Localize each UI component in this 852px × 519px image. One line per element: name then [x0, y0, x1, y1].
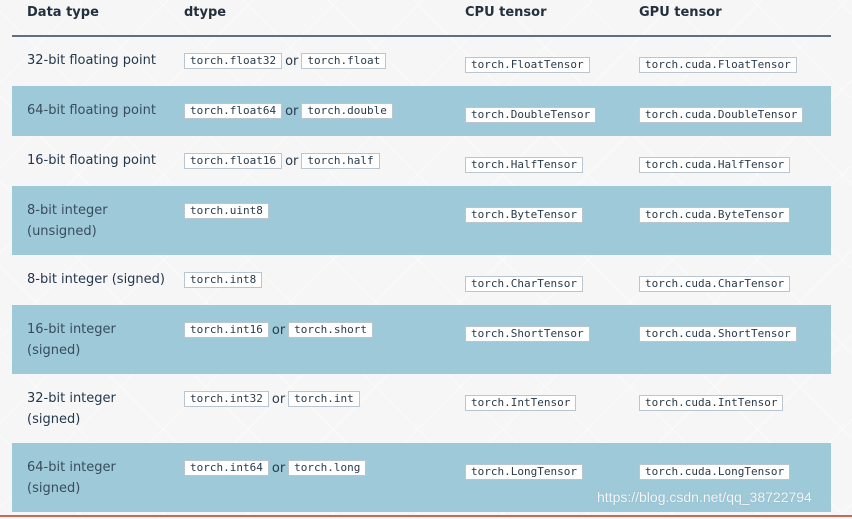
dtype-cell: torch.float32 or torch.float — [184, 53, 387, 69]
cpu-tensor-code: torch.IntTensor — [465, 395, 577, 411]
or-label: or — [271, 322, 286, 338]
data-type-cell: 32-bit floating point — [27, 50, 156, 71]
data-type-cell: 8-bit integer (unsigned) — [27, 200, 108, 242]
dtype-code: torch.float64 — [184, 103, 283, 119]
dtype-cell: torch.int32 or torch.int — [184, 391, 360, 407]
cpu-tensor-cell: torch.IntTensor — [465, 391, 577, 411]
gpu-tensor-cell: torch.cuda.LongTensor — [639, 460, 791, 480]
data-type-cell: 32-bit integer (signed) — [27, 388, 116, 430]
or-label: or — [285, 53, 299, 69]
cpu-tensor-code: torch.CharTensor — [465, 276, 583, 292]
data-type-line: (signed) — [27, 343, 81, 358]
or-label: or — [285, 103, 299, 119]
dtype-code: torch.long — [288, 460, 367, 476]
cpu-tensor-code: torch.DoubleTensor — [465, 107, 597, 123]
gpu-tensor-cell: torch.cuda.FloatTensor — [639, 53, 797, 73]
gpu-tensor-cell: torch.cuda.ShortTensor — [639, 322, 797, 342]
data-type-cell: 16-bit integer (signed) — [27, 319, 116, 361]
dtype-cell: torch.int16 or torch.short — [184, 322, 374, 338]
dtype-table: Data type dtype CPU tensor GPU tensor 32… — [12, 0, 831, 512]
cpu-tensor-code: torch.FloatTensor — [465, 57, 590, 73]
cpu-tensor-cell: torch.DoubleTensor — [465, 103, 597, 123]
dtype-code: torch.int32 — [184, 391, 269, 407]
dtype-code: torch.float32 — [184, 53, 283, 69]
cpu-tensor-cell: torch.FloatTensor — [465, 53, 590, 73]
dtype-cell: torch.uint8 — [184, 203, 269, 219]
data-type-cell: 16-bit floating point — [27, 150, 156, 171]
data-type-line: (unsigned) — [27, 224, 97, 239]
data-type-line: 64-bit integer — [27, 460, 116, 475]
table-row: 8-bit integer (unsigned) torch.uint8 torch.… — [12, 186, 831, 255]
gpu-tensor-code: torch.cuda.HalfTensor — [639, 157, 791, 173]
dtype-code: torch.int64 — [184, 460, 269, 476]
data-type-line: 32-bit integer — [27, 391, 116, 406]
gpu-tensor-code: torch.cuda.ByteTensor — [639, 207, 791, 223]
cpu-tensor-code: torch.HalfTensor — [465, 157, 583, 173]
table-row: 16-bit integer (signed) torch.int16 or torch… — [12, 305, 831, 374]
cpu-tensor-cell: torch.ByteTensor — [465, 203, 583, 223]
data-type-line: 8-bit integer — [27, 203, 108, 218]
cpu-tensor-code: torch.ShortTensor — [465, 326, 590, 342]
gpu-tensor-code: torch.cuda.DoubleTensor — [639, 107, 804, 123]
table-header: Data type dtype CPU tensor GPU tensor — [12, 0, 831, 37]
cpu-tensor-code: torch.LongTensor — [465, 464, 583, 480]
table-row: 32-bit integer (signed) torch.int32 or torch… — [12, 374, 831, 443]
dtype-cell: torch.int64 or torch.long — [184, 460, 367, 476]
dtype-cell: torch.float64 or torch.double — [184, 103, 393, 119]
cpu-tensor-cell: torch.LongTensor — [465, 460, 583, 480]
dtype-code: torch.double — [301, 103, 393, 119]
dtype-code: torch.int — [288, 391, 360, 407]
data-type-line: (signed) — [27, 481, 81, 496]
table-row: 64-bit floating point torch.float64 or torc… — [12, 86, 831, 136]
gpu-tensor-code: torch.cuda.IntTensor — [639, 395, 784, 411]
data-type-line: (signed) — [27, 412, 81, 427]
data-type-line: 32-bit floating point — [27, 53, 156, 68]
dtype-code: torch.half — [301, 153, 380, 169]
data-type-cell: 64-bit integer (signed) — [27, 457, 116, 499]
table-row: 16-bit floating point torch.float16 or torc… — [12, 136, 831, 186]
or-label: or — [271, 391, 286, 407]
header-data-type: Data type — [27, 5, 99, 20]
gpu-tensor-code: torch.cuda.LongTensor — [639, 464, 791, 480]
data-type-cell: 64-bit floating point — [27, 100, 156, 121]
dtype-code: torch.short — [288, 322, 374, 338]
gpu-tensor-code: torch.cuda.FloatTensor — [639, 57, 797, 73]
cpu-tensor-code: torch.ByteTensor — [465, 207, 583, 223]
cpu-tensor-cell: torch.CharTensor — [465, 272, 583, 292]
table-row: 32-bit floating point torch.float32 or torc… — [12, 36, 831, 86]
data-type-line: 8-bit integer (signed) — [27, 272, 165, 287]
gpu-tensor-code: torch.cuda.ShortTensor — [639, 326, 797, 342]
data-type-line: 16-bit floating point — [27, 153, 156, 168]
cpu-tensor-cell: torch.HalfTensor — [465, 153, 583, 173]
bottom-divider — [0, 515, 852, 517]
header-gpu-tensor: GPU tensor — [639, 5, 722, 20]
dtype-cell: torch.float16 or torch.half — [184, 153, 380, 169]
data-type-line: 64-bit floating point — [27, 103, 156, 118]
dtype-code: torch.int8 — [184, 272, 263, 288]
gpu-tensor-cell: torch.cuda.ByteTensor — [639, 203, 791, 223]
or-label: or — [285, 153, 299, 169]
or-label: or — [271, 460, 286, 476]
watermark: https://blog.csdn.net/qq_38722794 — [597, 489, 812, 505]
gpu-tensor-code: torch.cuda.CharTensor — [639, 276, 791, 292]
dtype-code: torch.float16 — [184, 153, 283, 169]
gpu-tensor-cell: torch.cuda.IntTensor — [639, 391, 784, 411]
data-type-line: 16-bit integer — [27, 322, 116, 337]
cpu-tensor-cell: torch.ShortTensor — [465, 322, 590, 342]
header-dtype: dtype — [184, 5, 227, 20]
gpu-tensor-cell: torch.cuda.DoubleTensor — [639, 103, 804, 123]
dtype-cell: torch.int8 — [184, 272, 263, 288]
header-cpu-tensor: CPU tensor — [465, 5, 547, 20]
data-type-cell: 8-bit integer (signed) — [27, 269, 165, 290]
dtype-code: torch.int16 — [184, 322, 269, 338]
gpu-tensor-cell: torch.cuda.HalfTensor — [639, 153, 791, 173]
dtype-code: torch.uint8 — [184, 203, 269, 219]
table-row: 8-bit integer (signed) torch.int8 torch.Ch… — [12, 255, 831, 305]
gpu-tensor-cell: torch.cuda.CharTensor — [639, 272, 791, 292]
dtype-code: torch.float — [301, 53, 387, 69]
